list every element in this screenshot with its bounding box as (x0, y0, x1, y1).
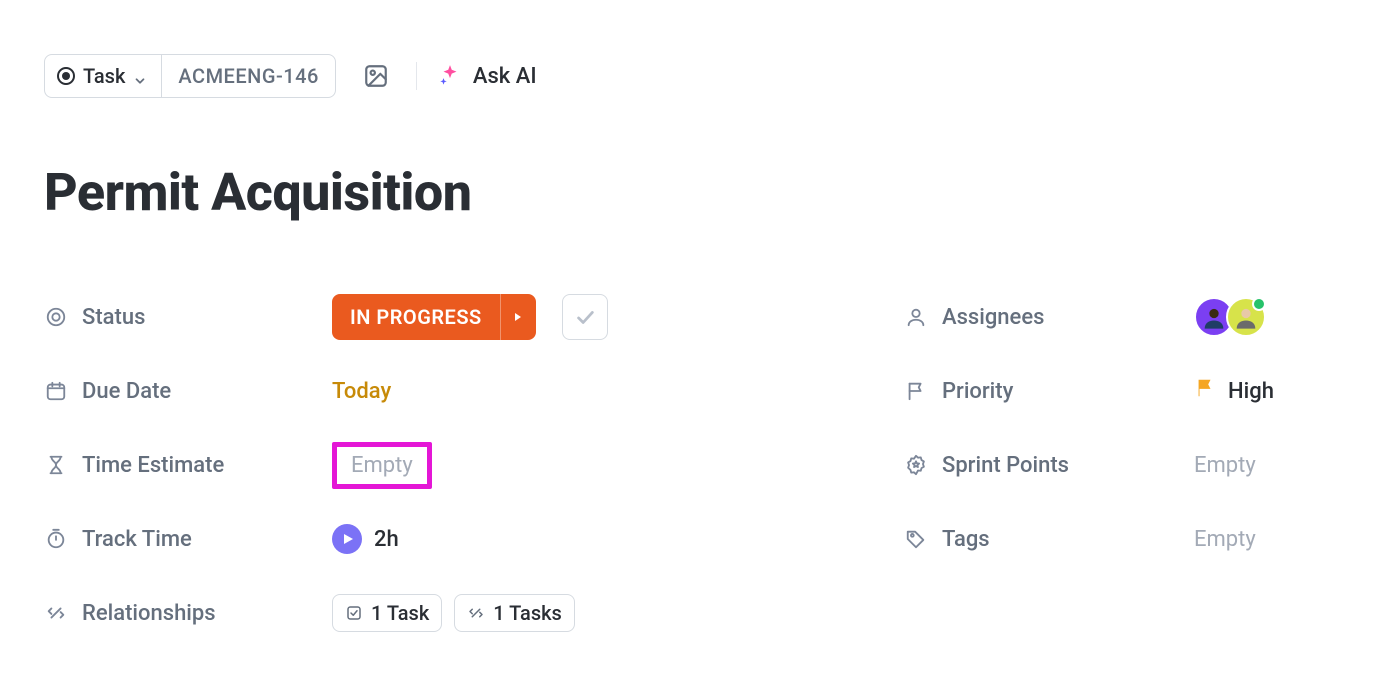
hourglass-icon (44, 453, 68, 477)
tag-icon (904, 527, 928, 551)
flag-outline-icon (904, 379, 928, 403)
field-status: Status IN PROGRESS (44, 293, 864, 341)
assignees-label[interactable]: Assignees (904, 305, 1194, 330)
relationship-chip-linked[interactable]: 1 Tasks (454, 594, 575, 632)
complete-task-checkbox[interactable] (562, 294, 608, 340)
breadcrumb: Task ACMEENG-146 Ask AI (44, 54, 1356, 98)
flag-filled-icon (1194, 377, 1216, 405)
time-estimate-value[interactable]: Empty (332, 442, 432, 489)
page-title[interactable]: Permit Acquisition (44, 162, 1356, 223)
relationships-label[interactable]: Relationships (44, 601, 332, 626)
calendar-icon (44, 379, 68, 403)
avatar[interactable] (1226, 297, 1266, 337)
tags-label[interactable]: Tags (904, 527, 1194, 552)
field-priority: Priority High (904, 367, 1356, 415)
task-type-icon (57, 67, 75, 85)
field-track-time: Track Time 2h (44, 515, 864, 563)
status-pill[interactable]: IN PROGRESS (332, 294, 536, 340)
vertical-divider (416, 62, 417, 90)
field-tags: Tags Empty (904, 515, 1356, 563)
status-advance-button[interactable] (500, 294, 536, 340)
priority-value[interactable]: High (1194, 377, 1274, 405)
chevron-down-icon (133, 69, 147, 83)
relationship-chip-blocked[interactable]: 1 Task (332, 594, 442, 632)
relationships-icon (44, 601, 68, 625)
person-icon (904, 305, 928, 329)
presence-indicator (1252, 297, 1266, 311)
play-icon[interactable] (332, 524, 362, 554)
stopwatch-icon (44, 527, 68, 551)
field-assignees: Assignees (904, 293, 1356, 341)
task-type-pill-group: Task ACMEENG-146 (44, 54, 336, 98)
task-details: Status IN PROGRESS Due Date (44, 293, 1356, 663)
sprint-points-label[interactable]: Sprint Points (904, 453, 1194, 478)
target-icon (44, 305, 68, 329)
field-sprint-points: Sprint Points Empty (904, 441, 1356, 489)
sprint-points-value[interactable]: Empty (1194, 453, 1256, 478)
due-date-label[interactable]: Due Date (44, 379, 332, 404)
track-time-label[interactable]: Track Time (44, 527, 332, 552)
due-date-value[interactable]: Today (332, 379, 391, 404)
tags-value[interactable]: Empty (1194, 527, 1256, 552)
task-type-label: Task (83, 64, 125, 88)
sparkle-icon (437, 63, 463, 89)
assignees-value[interactable] (1194, 297, 1266, 337)
task-id[interactable]: ACMEENG-146 (162, 55, 334, 97)
ask-ai-label: Ask AI (473, 64, 537, 89)
status-label[interactable]: Status (44, 305, 332, 330)
field-due-date: Due Date Today (44, 367, 864, 415)
star-badge-icon (904, 453, 928, 477)
task-type-dropdown[interactable]: Task (45, 55, 162, 97)
field-time-estimate: Time Estimate Empty (44, 441, 864, 489)
track-time-value[interactable]: 2h (332, 524, 399, 554)
status-value: IN PROGRESS (332, 294, 500, 340)
priority-label[interactable]: Priority (904, 379, 1194, 404)
field-relationships: Relationships 1 Task 1 Tasks (44, 589, 864, 637)
time-estimate-label[interactable]: Time Estimate (44, 453, 332, 478)
cover-image-button[interactable] (356, 56, 396, 96)
ask-ai-button[interactable]: Ask AI (437, 63, 537, 89)
